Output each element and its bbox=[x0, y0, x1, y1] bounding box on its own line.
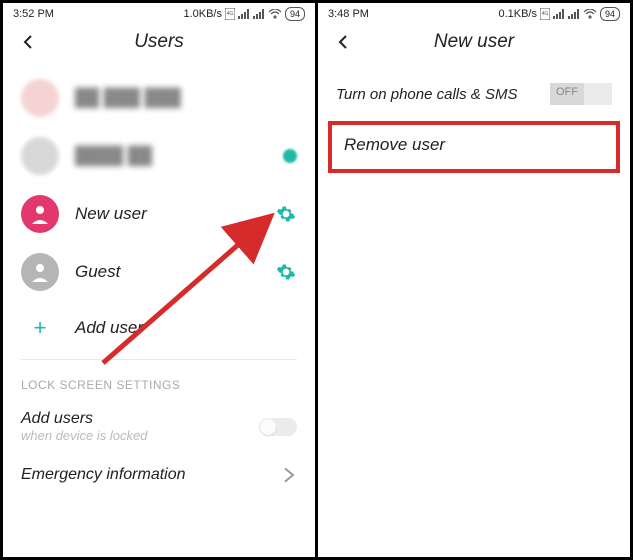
status-right: 0.1KB/s 4G 94 bbox=[498, 7, 620, 21]
battery-icon: 94 bbox=[285, 7, 305, 21]
toggle-off-label: OFF bbox=[556, 86, 578, 98]
user-label: New user bbox=[75, 204, 275, 224]
add-user-row[interactable]: + Add user bbox=[3, 301, 315, 355]
setting-text: Add users when device is locked bbox=[21, 410, 259, 443]
status-bar: 3:48 PM 0.1KB/s 4G 94 bbox=[318, 3, 630, 23]
net-speed: 1.0KB/s bbox=[183, 8, 222, 20]
setting-subtitle: when device is locked bbox=[21, 428, 259, 443]
gear-icon bbox=[276, 204, 296, 224]
user-label-blurred: ████ ██ bbox=[75, 146, 283, 166]
svg-text:4G: 4G bbox=[227, 11, 234, 17]
net-speed: 0.1KB/s bbox=[498, 8, 537, 20]
emergency-info-row[interactable]: Emergency information bbox=[3, 451, 315, 499]
add-user-label: Add user bbox=[75, 318, 297, 338]
signal-icon-2 bbox=[253, 9, 265, 19]
status-time: 3:52 PM bbox=[13, 8, 54, 20]
signal-icon bbox=[553, 9, 565, 19]
header: Users bbox=[3, 23, 315, 69]
chevron-right-icon bbox=[281, 467, 297, 483]
setting-title: Add users bbox=[21, 410, 259, 428]
setting-title: Emergency information bbox=[21, 466, 281, 484]
avatar-new-user bbox=[21, 195, 59, 233]
user-label-blurred: ██ ███ ███ bbox=[75, 88, 297, 108]
avatar-guest bbox=[21, 253, 59, 291]
status-time: 3:48 PM bbox=[328, 8, 369, 20]
page-title: Users bbox=[3, 31, 315, 53]
user-row-guest[interactable]: Guest bbox=[3, 243, 315, 301]
avatar-blurred bbox=[21, 137, 59, 175]
status-right: 1.0KB/s 4G 94 bbox=[183, 7, 305, 21]
phone-sms-row[interactable]: Turn on phone calls & SMS OFF bbox=[318, 69, 630, 115]
divider bbox=[21, 359, 297, 360]
phone-sms-label: Turn on phone calls & SMS bbox=[336, 86, 550, 103]
signal-icon-2 bbox=[568, 9, 580, 19]
users-screen: 3:52 PM 1.0KB/s 4G 94 Users ██ ███ ███ █… bbox=[3, 3, 318, 557]
user-row-blurred[interactable]: ██ ███ ███ bbox=[3, 69, 315, 127]
wifi-icon bbox=[268, 9, 282, 19]
user-settings-button[interactable] bbox=[275, 261, 297, 283]
remove-user-highlight: Remove user bbox=[328, 121, 620, 173]
battery-icon: 94 bbox=[600, 7, 620, 21]
user-label: Guest bbox=[75, 262, 275, 282]
user-settings-button[interactable] bbox=[275, 203, 297, 225]
svg-text:4G: 4G bbox=[542, 11, 549, 17]
avatar-blurred bbox=[21, 79, 59, 117]
toggle-thumb bbox=[584, 83, 612, 105]
user-row-new-user[interactable]: New user bbox=[3, 185, 315, 243]
gear-icon bbox=[276, 262, 296, 282]
toggle-switch[interactable] bbox=[259, 418, 297, 436]
add-users-locked-row[interactable]: Add users when device is locked bbox=[3, 402, 315, 451]
remove-user-button[interactable]: Remove user bbox=[344, 135, 604, 155]
new-user-screen: 3:48 PM 0.1KB/s 4G 94 New user Turn on p… bbox=[318, 3, 630, 557]
person-icon bbox=[28, 260, 52, 284]
signal-icon bbox=[238, 9, 250, 19]
plus-icon: + bbox=[21, 315, 59, 341]
active-dot-icon bbox=[283, 149, 297, 163]
toggle-off[interactable]: OFF bbox=[550, 83, 612, 105]
status-bar: 3:52 PM 1.0KB/s 4G 94 bbox=[3, 3, 315, 23]
sim-icon: 4G bbox=[540, 8, 550, 20]
person-icon bbox=[28, 202, 52, 226]
header: New user bbox=[318, 23, 630, 69]
section-header: LOCK SCREEN SETTINGS bbox=[3, 372, 315, 402]
setting-text: Emergency information bbox=[21, 466, 281, 484]
wifi-icon bbox=[583, 9, 597, 19]
sim-icon: 4G bbox=[225, 8, 235, 20]
user-row-blurred[interactable]: ████ ██ bbox=[3, 127, 315, 185]
page-title: New user bbox=[318, 31, 630, 53]
